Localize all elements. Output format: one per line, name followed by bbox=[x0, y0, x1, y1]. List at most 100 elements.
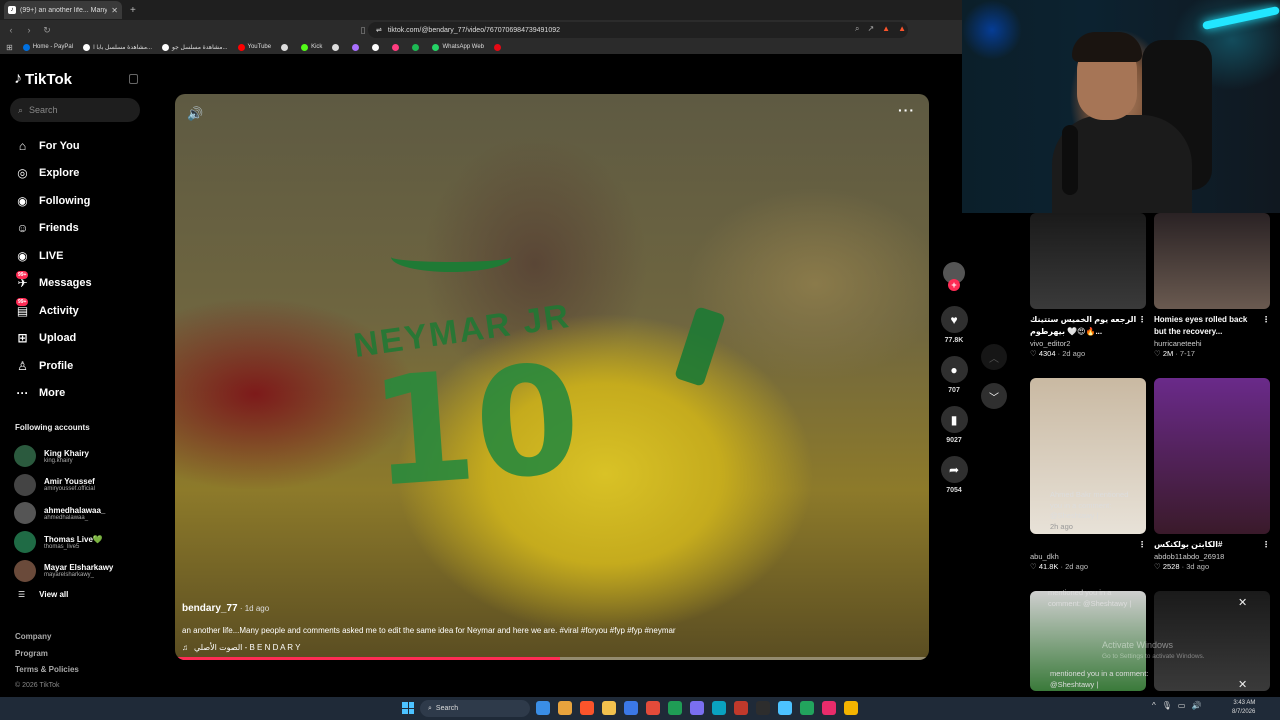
video-player[interactable]: NEYMAR JR 10 🔊 ··· bendary_77 · 1d ago a… bbox=[175, 94, 929, 660]
taskbar-search[interactable]: ⌕ Search bbox=[420, 700, 530, 717]
bookmark-item[interactable] bbox=[332, 43, 342, 51]
edge-icon[interactable] bbox=[624, 701, 638, 715]
store-icon[interactable] bbox=[602, 701, 616, 715]
brave-icon[interactable] bbox=[580, 701, 594, 715]
collapse-sidebar-icon[interactable] bbox=[129, 74, 138, 84]
bookmark-item[interactable] bbox=[412, 43, 422, 51]
share-arrow-icon[interactable]: ➦ bbox=[940, 456, 968, 483]
video-progress-bar[interactable] bbox=[175, 657, 929, 660]
save-action[interactable]: ▮ 9027 bbox=[940, 406, 968, 444]
following-account[interactable]: King Khairy king.khairy bbox=[14, 442, 113, 471]
creator-avatar[interactable]: + bbox=[943, 262, 965, 291]
video-thumbnail[interactable] bbox=[1154, 378, 1270, 534]
start-button[interactable] bbox=[402, 702, 414, 714]
footer-link[interactable]: Company bbox=[15, 632, 79, 649]
footer-link[interactable]: Terms & Policies bbox=[15, 665, 79, 682]
more-options-icon[interactable]: ··· bbox=[898, 102, 915, 118]
heart-icon[interactable]: ♥ bbox=[940, 306, 968, 333]
bookmark-item[interactable] bbox=[372, 43, 382, 51]
video-thumbnail[interactable] bbox=[1030, 213, 1146, 309]
taskbar-clock[interactable]: 3:43 AM 8/7/2026 bbox=[1232, 699, 1255, 717]
following-account[interactable]: Mayar Elsharkawy mayarelsharkawy_ bbox=[14, 556, 113, 585]
chrome-icon[interactable] bbox=[844, 701, 858, 715]
bookmark-item[interactable]: YouTube bbox=[237, 43, 271, 51]
url-field[interactable]: ⇌ tiktok.com/@bendary_77/video/767070698… bbox=[368, 22, 908, 38]
share-icon[interactable]: ↗ bbox=[867, 24, 874, 34]
steam-icon[interactable] bbox=[668, 701, 682, 715]
bookmark-item[interactable] bbox=[281, 43, 291, 51]
file-explorer-icon[interactable] bbox=[558, 701, 572, 715]
video-card[interactable]: الرجعه يوم الخميس ستتينك 🔥😍🤍 بيهرطوم... ⋮… bbox=[1030, 213, 1146, 358]
bookmark-item[interactable]: Home - PayPal bbox=[22, 43, 73, 51]
bookmark-icon[interactable]: ▮ bbox=[940, 406, 968, 433]
bookmark-item[interactable] bbox=[352, 43, 362, 51]
video-author[interactable]: bendary_77 bbox=[182, 603, 238, 614]
nav-item-live[interactable]: ◉ LIVE bbox=[14, 242, 92, 270]
site-info-icon[interactable]: ⇌ bbox=[376, 26, 382, 34]
settings-icon[interactable] bbox=[646, 701, 660, 715]
nav-item-upload[interactable]: ⊞ Upload bbox=[14, 325, 92, 353]
view-all-button[interactable]: ☰ View all bbox=[14, 585, 113, 605]
nav-item-explore[interactable]: ◎ Explore bbox=[14, 160, 92, 188]
video-card-user[interactable]: vivo_editor2 bbox=[1030, 339, 1146, 348]
nav-item-more[interactable]: ··· More bbox=[14, 380, 92, 408]
nav-item-activity[interactable]: ▤ 99+ Activity bbox=[14, 297, 92, 325]
following-account[interactable]: ahmedhalawaa_ ahmedhalawaa_ bbox=[14, 499, 113, 528]
next-video-button[interactable]: ﹀ bbox=[981, 383, 1007, 409]
bookmark-item[interactable]: مشاهدة مسلسل بابا ا... bbox=[83, 43, 152, 51]
reload-icon[interactable]: ↻ bbox=[40, 25, 54, 36]
nav-item-for-you[interactable]: ⌂ For You bbox=[14, 132, 92, 160]
adobe-icon[interactable] bbox=[734, 701, 748, 715]
like-action[interactable]: ♥ 77.8K bbox=[940, 306, 968, 344]
browser-tab[interactable]: ♪ (99+) an another life... Many peo ✕ bbox=[4, 1, 122, 19]
forward-icon[interactable]: › bbox=[22, 25, 36, 35]
video-card[interactable]: الكابتن بولكنكس# ⋮ abdob11abdo_26918 ♡ 2528… bbox=[1154, 378, 1270, 571]
card-more-icon[interactable]: ⋮ bbox=[1262, 314, 1270, 338]
mic-icon[interactable]: 🎙 bbox=[1162, 701, 1172, 710]
following-account[interactable]: Amir Youssef amiryoussef.official bbox=[14, 471, 113, 500]
search-input[interactable]: ⌕ Search bbox=[10, 98, 140, 122]
video-card-user[interactable]: abdob11abdo_26918 bbox=[1154, 552, 1270, 561]
card-more-icon[interactable]: ⋮ bbox=[1138, 539, 1146, 551]
close-tab-icon[interactable]: ✕ bbox=[111, 6, 118, 15]
bookmark-item[interactable] bbox=[494, 43, 504, 51]
footer-link[interactable]: Program bbox=[15, 649, 79, 666]
card-more-icon[interactable]: ⋮ bbox=[1262, 539, 1270, 551]
tiktok-app-icon[interactable] bbox=[822, 701, 836, 715]
nav-item-messages[interactable]: ✈ 99+ Messages bbox=[14, 270, 92, 298]
discord-icon[interactable] bbox=[690, 701, 704, 715]
excel-icon[interactable] bbox=[800, 701, 814, 715]
comment-action[interactable]: ● 707 bbox=[940, 356, 968, 394]
mail-icon[interactable] bbox=[778, 701, 792, 715]
share-action[interactable]: ➦ 7054 bbox=[940, 456, 968, 494]
video-card-user[interactable]: abu_dkh bbox=[1030, 552, 1146, 561]
following-account[interactable]: Thomas Live💚 thomas_live5 bbox=[14, 528, 113, 557]
back-icon[interactable]: ‹ bbox=[4, 25, 18, 35]
nav-item-friends[interactable]: ☺ Friends bbox=[14, 215, 92, 243]
card-more-icon[interactable]: ⋮ bbox=[1138, 314, 1146, 338]
photos-icon[interactable] bbox=[712, 701, 726, 715]
new-tab-button[interactable]: + bbox=[130, 5, 136, 16]
video-card[interactable]: ⋮ abu_dkh ♡ 41.8K · 2d ago bbox=[1030, 378, 1146, 571]
close-overlay-2-icon[interactable]: ✕ bbox=[1238, 678, 1247, 691]
volume-icon[interactable]: 🔊 bbox=[187, 106, 203, 122]
copilot-icon[interactable] bbox=[536, 701, 550, 715]
video-card-user[interactable]: hurricaneteehi bbox=[1154, 339, 1270, 348]
apps-grid-icon[interactable]: ⊞ bbox=[6, 43, 13, 52]
video-thumbnail[interactable] bbox=[1154, 213, 1270, 309]
terminal-icon[interactable] bbox=[756, 701, 770, 715]
network-icon[interactable]: ▭ bbox=[1178, 701, 1186, 710]
zoom-icon[interactable]: ⌕ bbox=[855, 24, 859, 34]
tiktok-logo[interactable]: ♪ TikTok bbox=[14, 70, 72, 88]
brave-shield-icon[interactable]: ▲ bbox=[882, 24, 890, 34]
comment-icon[interactable]: ● bbox=[940, 356, 968, 383]
video-sound[interactable]: ♫ الصوت الأصلي - B E N D A R Y bbox=[182, 643, 902, 652]
tray-chevron-icon[interactable]: ^ bbox=[1152, 701, 1156, 710]
previous-video-button[interactable]: ︿ bbox=[981, 344, 1007, 370]
rewards-icon[interactable]: ▲ bbox=[898, 24, 906, 34]
bookmark-item[interactable]: مشاهدة مسلسل جو... bbox=[162, 43, 228, 51]
video-card[interactable]: Homies eyes rolled back but the recovery… bbox=[1154, 213, 1270, 358]
nav-item-profile[interactable]: ♙ Profile bbox=[14, 352, 92, 380]
volume-tray-icon[interactable]: 🔊 bbox=[1191, 701, 1201, 710]
bookmark-item[interactable]: Kick bbox=[301, 43, 322, 51]
